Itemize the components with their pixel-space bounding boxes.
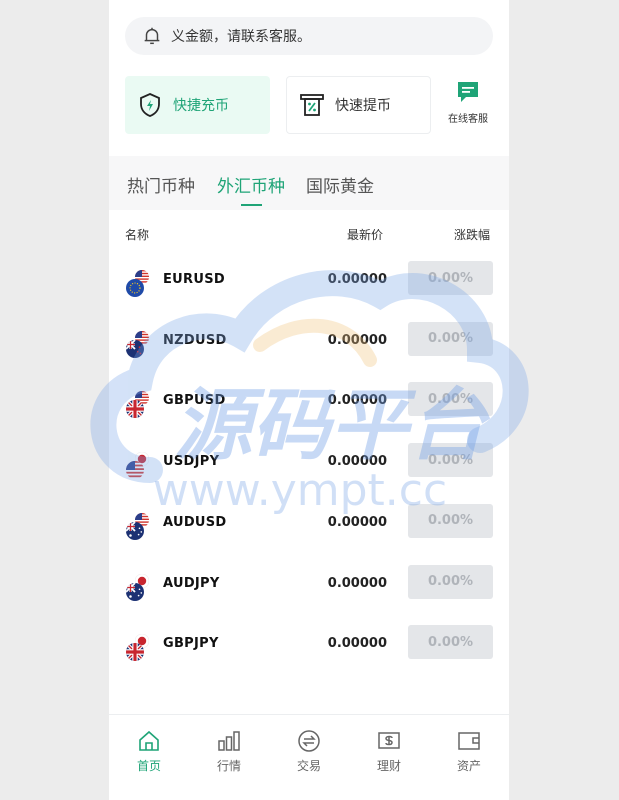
notice-bar[interactable]: 义金额，请联系客服。 [125, 17, 493, 55]
change-badge: 0.00% [408, 564, 493, 599]
notice-text: 义金额，请联系客服。 [171, 29, 311, 45]
change-badge: 0.00% [408, 321, 493, 356]
nz-flag-icon [126, 340, 144, 358]
us-flag-icon [126, 461, 144, 479]
tabbar-item-trade[interactable]: 交易 [279, 729, 339, 774]
pair-symbol: GBPJPY [163, 636, 219, 652]
pair-symbol: EURUSD [163, 272, 225, 287]
shield-bolt-icon [140, 93, 160, 117]
uk-flag-icon [126, 643, 144, 661]
change-badge: 0.00% [408, 503, 493, 538]
tab-active-indicator [241, 204, 262, 206]
change-badge: 0.00% [408, 382, 493, 417]
quick-withdraw-label: 快速提币 [335, 98, 391, 114]
change-badge: 0.00% [408, 625, 493, 660]
market-row[interactable]: USDJPY 0.00000 0.00% [109, 443, 509, 504]
market-row[interactable]: AUDJPY 0.00000 0.00% [109, 564, 509, 626]
table-header: 名称 最新价 涨跌幅 [109, 226, 509, 246]
tabbar-label-home: 首页 [136, 759, 161, 773]
withdraw-cash-icon [300, 94, 324, 116]
market-row[interactable]: GBPUSD 0.00000 0.00% [109, 382, 509, 443]
online-service-label: 在线客服 [448, 114, 488, 125]
market-row[interactable]: AUDUSD 0.00000 0.00% [109, 503, 509, 565]
tab-forex[interactable]: 外汇币种 [217, 172, 285, 197]
chat-icon [458, 82, 478, 102]
tabbar-item-assets[interactable]: 资产 [439, 729, 499, 774]
pair-symbol: GBPUSD [163, 393, 226, 409]
currency-pair-flags [126, 452, 149, 480]
home-icon [139, 730, 159, 751]
tabbar-item-finance[interactable]: 理财 [359, 729, 419, 774]
finance-icon [378, 732, 400, 749]
market-row[interactable]: EURUSD 0.00000 0.00% [109, 261, 509, 322]
header-price: 最新价 [347, 228, 384, 242]
change-badge: 0.00% [408, 443, 493, 478]
tabbar-label-trade: 交易 [296, 759, 321, 773]
last-price: 0.00000 [327, 393, 387, 409]
tabbar-label-market: 行情 [216, 759, 241, 773]
au-flag-icon [126, 522, 144, 540]
last-price: 0.00000 [327, 454, 387, 470]
eu-flag-icon [126, 279, 144, 297]
pair-symbol: NZDUSD [163, 332, 227, 348]
bottom-tabbar: 首页 行情 交易 理财 资产 [109, 714, 509, 800]
last-price: 0.00000 [327, 636, 387, 652]
market-row[interactable]: NZDUSD 0.00000 0.00% [109, 321, 509, 383]
last-price: 0.00000 [327, 272, 387, 287]
header-change: 涨跌幅 [454, 228, 491, 242]
change-badge: 0.00% [408, 261, 493, 295]
bell-icon [144, 27, 160, 45]
tab-hot[interactable]: 热门币种 [127, 172, 195, 197]
currency-pair-flags [126, 573, 149, 602]
last-price: 0.00000 [327, 575, 387, 591]
tabbar-item-market[interactable]: 行情 [199, 729, 259, 774]
currency-pair-flags [126, 389, 152, 419]
uk-flag-icon [126, 400, 144, 418]
tabbar-item-home[interactable]: 首页 [119, 729, 179, 774]
pair-symbol: AUDJPY [163, 575, 220, 591]
quick-withdraw-button[interactable]: 快速提币 [286, 76, 431, 134]
online-service-button[interactable]: 在线客服 [443, 80, 493, 130]
last-price: 0.00000 [327, 332, 387, 348]
header-name: 名称 [125, 228, 150, 242]
pair-symbol: USDJPY [163, 454, 220, 470]
app-screen: 义金额，请联系客服。 快捷充币 快速提币 在线客服 热门币种 外汇币种 国际黄金 [109, 0, 509, 800]
wallet-icon [458, 732, 480, 750]
currency-pair-flags [126, 511, 152, 541]
tabbar-label-assets: 资产 [456, 759, 481, 773]
tab-gold[interactable]: 国际黄金 [306, 172, 374, 197]
au-flag-icon [126, 583, 144, 601]
bar-chart-icon [218, 731, 240, 751]
currency-pair-flags [126, 329, 152, 359]
quick-recharge-button[interactable]: 快捷充币 [125, 76, 270, 134]
currency-pair-flags [126, 634, 149, 662]
quick-recharge-label: 快捷充币 [173, 98, 229, 114]
pair-symbol: AUDUSD [163, 514, 227, 530]
exchange-icon [298, 730, 320, 752]
market-row[interactable]: GBPJPY 0.00000 0.00% [109, 625, 509, 686]
tabbar-label-finance: 理财 [376, 759, 401, 773]
market-tabs: 热门币种 外汇币种 国际黄金 [109, 156, 509, 210]
last-price: 0.00000 [327, 514, 387, 530]
currency-pair-flags [126, 268, 152, 297]
